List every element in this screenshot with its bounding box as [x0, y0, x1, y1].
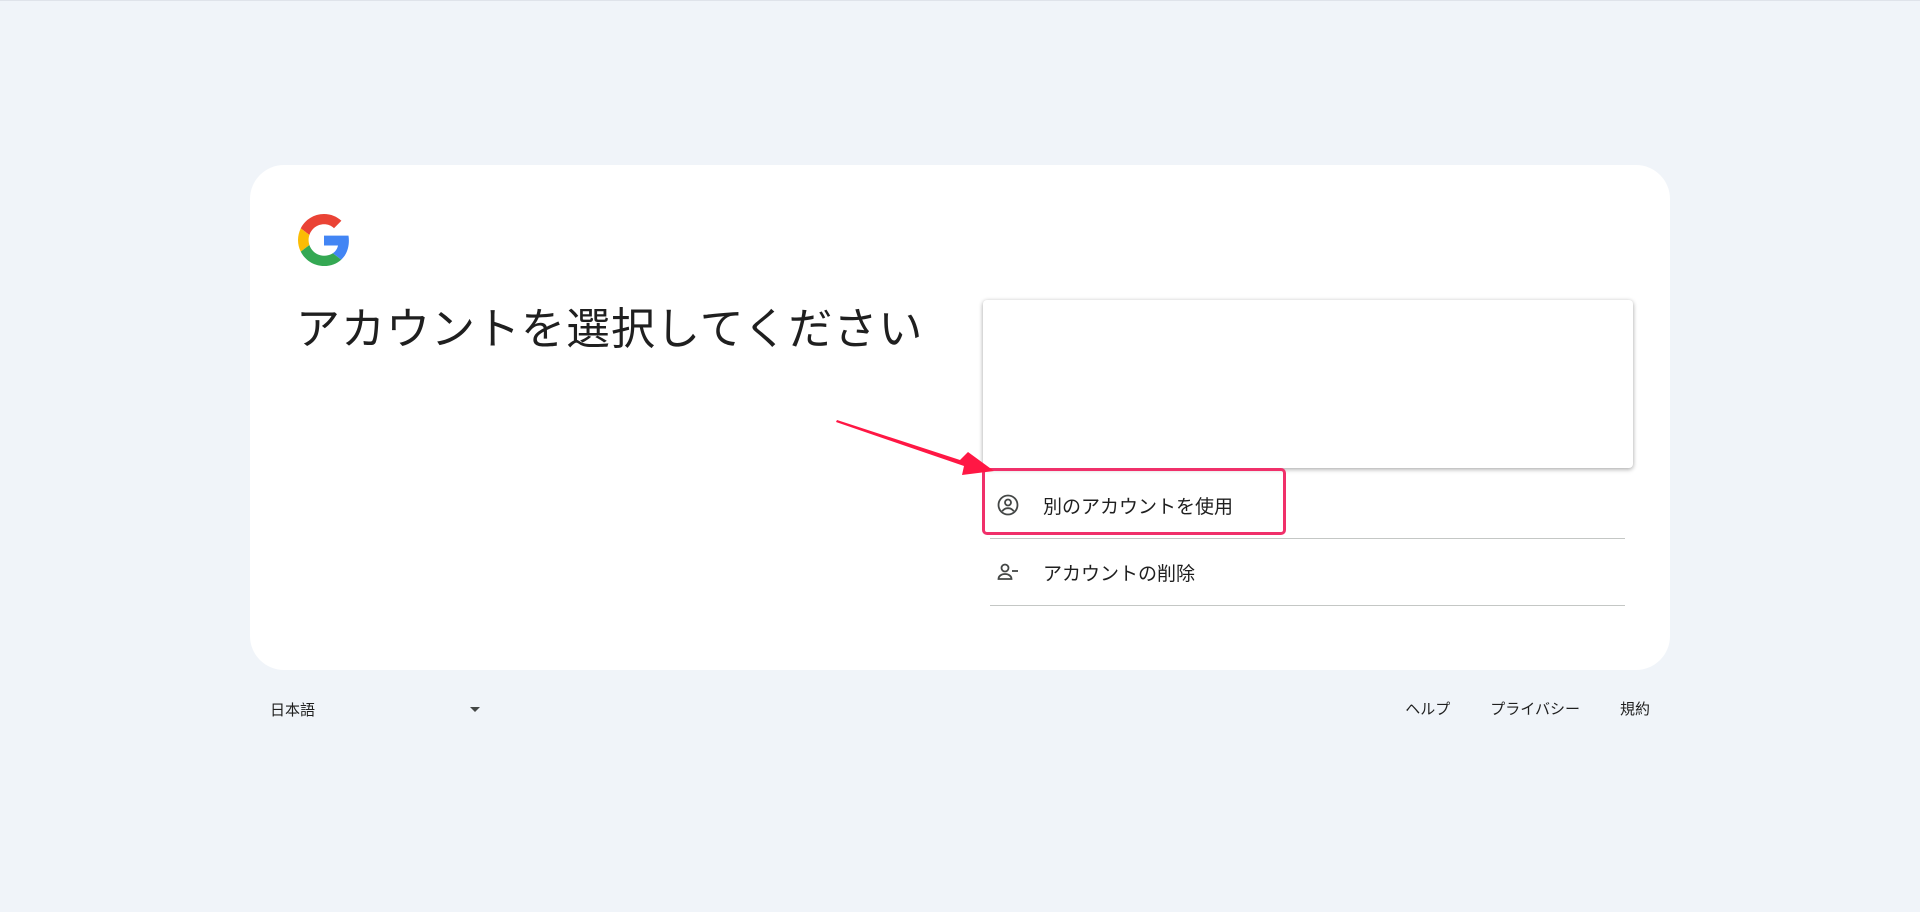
- privacy-link[interactable]: プライバシー: [1490, 698, 1580, 719]
- footer-links: ヘルプ プライバシー 規約: [1405, 698, 1650, 719]
- language-select[interactable]: 日本語: [270, 698, 480, 720]
- google-logo-icon: [298, 214, 349, 266]
- account-list-panel: [983, 300, 1633, 468]
- account-circle-icon: [995, 492, 1021, 518]
- use-another-account-button[interactable]: 別のアカウントを使用: [990, 472, 1625, 539]
- remove-account-button[interactable]: アカウントの削除: [990, 539, 1625, 606]
- remove-account-label: アカウントの削除: [1043, 562, 1196, 585]
- person-remove-icon: [995, 559, 1021, 585]
- footer: 日本語 ヘルプ プライバシー 規約: [250, 690, 1670, 730]
- help-link[interactable]: ヘルプ: [1405, 698, 1450, 719]
- use-another-account-label: 別のアカウントを使用: [1043, 495, 1234, 518]
- page-title: アカウントを選択してください: [296, 304, 924, 355]
- language-select-value: 日本語: [270, 700, 316, 719]
- dropdown-caret-icon: [470, 707, 480, 712]
- top-divider: [0, 0, 1920, 1]
- account-chooser-card: アカウントを選択してください 別のアカウントを使用 アカウントの削除: [250, 165, 1670, 670]
- terms-link[interactable]: 規約: [1620, 698, 1650, 719]
